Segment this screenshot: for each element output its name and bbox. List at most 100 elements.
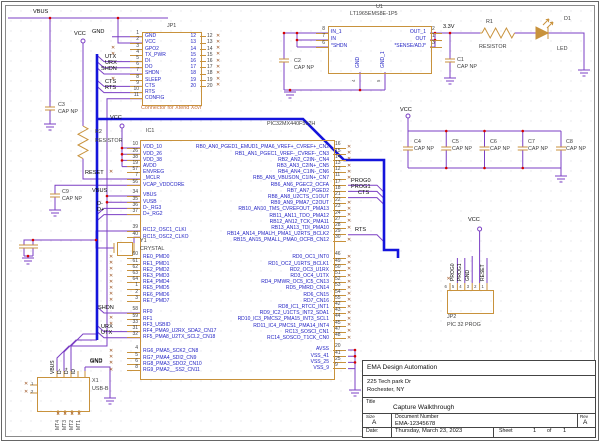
u1-pin-name[interactable]: GND_1	[381, 51, 386, 68]
u1-pin-number[interactable]: 8	[316, 27, 325, 32]
u1-pin-name[interactable]: *SENSE/ADJ*	[370, 44, 426, 49]
pin-stub[interactable]	[127, 237, 140, 238]
ic1-pin-name[interactable]: RB1_AN1_PGEC1_VREF-_CVREF-_CN3	[148, 152, 329, 157]
jp1-pin-number[interactable]: 18	[207, 71, 213, 76]
x1-pin-label[interactable]: D-	[58, 369, 64, 374]
u1-pin-name[interactable]: OUT	[370, 37, 426, 42]
pin-stub[interactable]	[316, 47, 328, 48]
pin-stub[interactable]	[127, 214, 140, 215]
ic1-pin-number[interactable]: 11	[335, 173, 340, 178]
x1-pin-number[interactable]: 2	[31, 390, 33, 394]
pin-stub[interactable]	[200, 80, 206, 81]
x1-pin-label[interactable]: D+	[65, 367, 71, 374]
ic1-pin-number[interactable]: 49	[335, 259, 341, 264]
pin-stub[interactable]	[200, 49, 206, 50]
jp2-pin-number[interactable]: 3	[467, 285, 469, 289]
x1-mount-pin-label[interactable]: MT1	[77, 420, 82, 430]
ic1-pin-name[interactable]: RB6_AN6_PGEC2_OCFA	[148, 183, 329, 188]
x1-usb-body[interactable]	[37, 377, 90, 412]
jp1-pin-number[interactable]: 13	[207, 40, 213, 45]
pin-stub[interactable]	[200, 43, 206, 44]
pin-stub[interactable]	[130, 98, 142, 99]
jp1-pin-name[interactable]: SHDN	[145, 71, 159, 76]
ic1-pin-name[interactable]: VSS_9	[148, 366, 329, 371]
x1-mount-pin-label[interactable]: MT2	[70, 420, 75, 430]
ic1-pin-number[interactable]: 45	[335, 321, 341, 326]
ic1-pin-name[interactable]: VSS_41	[148, 354, 329, 359]
u1-pin-number[interactable]: 6	[316, 41, 325, 46]
u1-pin-name[interactable]: OUT_1	[370, 30, 426, 35]
pin-stub[interactable]	[127, 337, 140, 338]
x1-pin-label[interactable]: VBUS	[51, 360, 57, 374]
ic1-pin-number[interactable]: 15	[335, 149, 341, 154]
jp1-pin-number[interactable]: 14	[207, 47, 213, 52]
ic1-pin-number[interactable]: 9	[335, 363, 338, 368]
ic1-pin-number[interactable]: 20	[335, 344, 341, 349]
u1-pin-number[interactable]: 4	[352, 80, 356, 82]
pin-stub[interactable]	[127, 185, 140, 186]
pin-stub[interactable]	[200, 67, 206, 68]
ic1-pin-name[interactable]: RD1_OC2_U1RTS_BCLK1	[148, 262, 329, 267]
u1-pin-name[interactable]: IN	[331, 37, 336, 42]
jp1-pin-name[interactable]: VCC	[145, 40, 156, 45]
pin-stub[interactable]	[127, 301, 140, 302]
pin-stub[interactable]	[200, 86, 206, 87]
ic1-pin-number[interactable]: 44	[335, 314, 341, 319]
ic1-pin-name[interactable]: RD11_IC4_PMCS1_PMA14_INT4	[148, 324, 329, 329]
ic1-pin-number[interactable]: 23	[335, 204, 341, 209]
ic1-pin-name[interactable]: RC14_SOSCO_T1CK_CN0	[148, 336, 329, 341]
ic1-pin-number[interactable]: 41	[335, 351, 341, 356]
pin-stub[interactable]	[200, 55, 206, 56]
pin-stub[interactable]	[333, 241, 346, 242]
u1-pin-number[interactable]: 2	[432, 27, 435, 32]
ic1-pin-name[interactable]: RD10_IC3_PMCS2_PMA15_INT3_SCL1	[148, 317, 329, 322]
ic1-pin-name[interactable]: RD0_OC1_INT0	[148, 255, 329, 260]
u1-pin-number[interactable]: 1	[432, 34, 435, 39]
jp1-pin-name[interactable]: 18	[178, 71, 196, 76]
ic1-pin-number[interactable]: 17	[335, 180, 341, 185]
jp2-pin-number[interactable]: 4	[459, 285, 461, 289]
ic1-pin-number[interactable]: 24	[335, 211, 341, 216]
jp1-pin-name[interactable]: 20	[178, 84, 196, 89]
jp1-pin-name[interactable]: SLEEP	[145, 78, 161, 83]
pin-stub[interactable]	[333, 338, 346, 339]
u1-pin-name[interactable]: *SHDN	[331, 44, 347, 49]
jp2-header-body[interactable]	[447, 290, 494, 314]
u1-pin-number[interactable]: 7	[316, 34, 325, 39]
pin-stub[interactable]	[430, 47, 442, 48]
ic1-pin-name[interactable]: RD5_PMRD_CN14	[148, 286, 329, 291]
jp1-pin-name[interactable]: 13	[178, 40, 196, 45]
jp2-pin-number[interactable]: 5	[452, 285, 454, 289]
jp1-pin-name[interactable]: 19	[178, 78, 196, 83]
jp1-pin-number[interactable]: 19	[207, 78, 213, 83]
jp1-pin-name[interactable]: CONFIG	[145, 96, 164, 101]
u1-pin-number[interactable]: 3	[432, 41, 435, 46]
jp2-pin-number[interactable]: 6	[445, 285, 447, 289]
jp1-pin-number[interactable]: 20	[207, 84, 213, 89]
ic1-pin-name[interactable]: RB0_AN0_PGED1_EMUD1_PMA6_VREF+_CVREF+_CN…	[148, 145, 329, 150]
x1-pin-number[interactable]: 1	[31, 382, 33, 386]
ic1-pin-name[interactable]: RD6_CN15	[148, 293, 329, 298]
ic1-pin-number[interactable]: 16	[335, 142, 341, 147]
ic1-pin-name[interactable]: VSS_25	[148, 360, 329, 365]
ic1-pin-number[interactable]: 46	[335, 252, 341, 257]
ic1-pin-number[interactable]: 53	[335, 283, 341, 288]
ic1-pin-name[interactable]: AVSS	[148, 347, 329, 352]
ic1-pin-number[interactable]: 48	[335, 333, 341, 338]
x1-pin-label[interactable]: ID	[72, 369, 78, 374]
ic1-pin-name[interactable]: RB5_AN5_VBUSON_C1IN+_CN7	[148, 176, 329, 181]
ic1-pin-name[interactable]: RB11_AN11_TDO_PMA12	[148, 214, 329, 219]
pin-stub[interactable]	[200, 74, 206, 75]
u1-pin-number[interactable]: 5	[377, 80, 381, 82]
pin-stub[interactable]	[127, 370, 140, 371]
ic1-pin-name[interactable]: RB10_AN10_TMS_CVREFOUT_PMA13	[148, 207, 329, 212]
jp1-pin-name[interactable]: 14	[178, 47, 196, 52]
ic1-pin-name[interactable]: RB15_AN15_PMALL_PMA0_OCFB_CN12	[148, 238, 329, 243]
ic1-pin-number[interactable]: 54	[335, 290, 341, 295]
ic1-pin-number[interactable]: 30	[335, 235, 341, 240]
pin-stub[interactable]	[333, 368, 346, 369]
pin-stub[interactable]	[200, 61, 206, 62]
jp2-pin-number[interactable]: 1	[482, 285, 484, 289]
u1-pin-name[interactable]: GND	[356, 57, 361, 68]
jp1-pin-name[interactable]: GPO2	[145, 47, 159, 52]
